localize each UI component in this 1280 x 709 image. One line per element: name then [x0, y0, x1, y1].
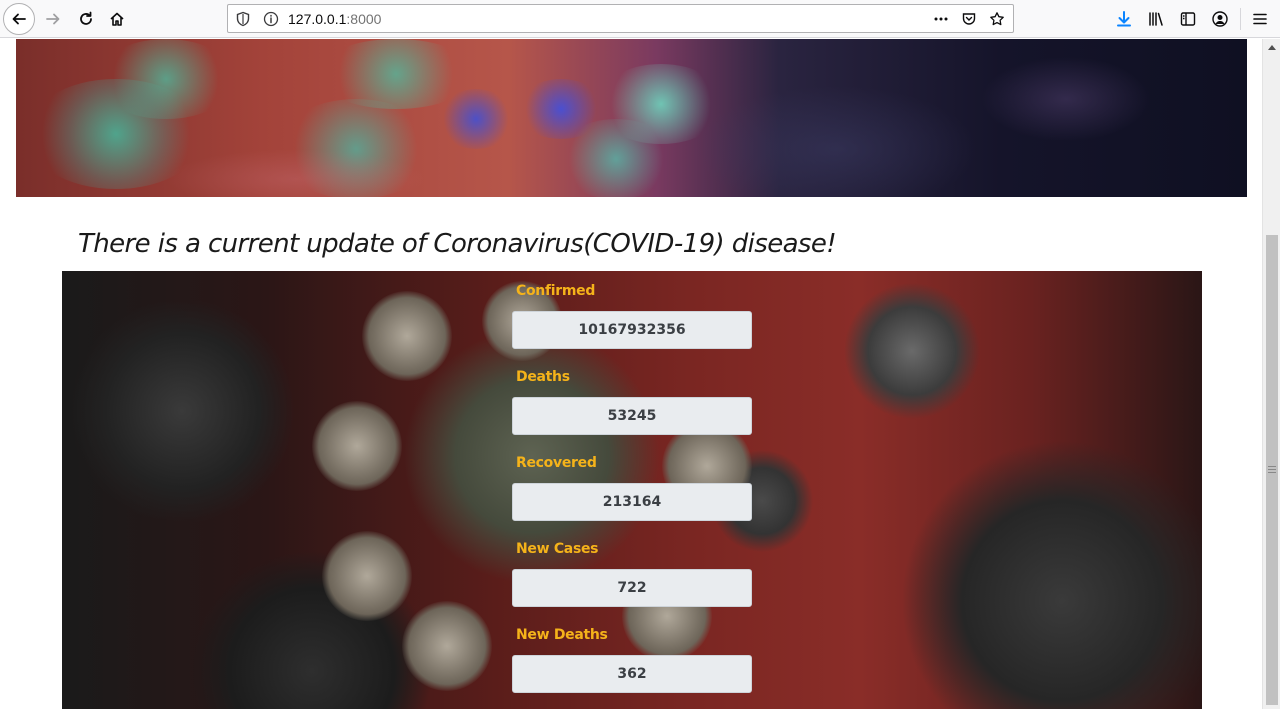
home-icon [110, 12, 124, 26]
arrow-left-icon [12, 13, 26, 25]
coronavirus-banner-image [16, 39, 1247, 197]
new-deaths-label: New Deaths [516, 627, 608, 643]
toolbar-divider [1240, 8, 1241, 30]
url-port: :8000 [346, 11, 382, 27]
confirmed-label: Confirmed [516, 283, 596, 299]
account-icon[interactable] [1211, 10, 1229, 28]
url-bar[interactable]: 127.0.0.1:8000 [227, 4, 1014, 33]
download-icon[interactable] [1115, 10, 1133, 28]
pocket-icon[interactable] [961, 11, 977, 27]
deaths-value: 53245 [512, 397, 752, 435]
banner-protein-cluster [596, 64, 726, 144]
library-icon[interactable] [1147, 10, 1165, 28]
new-deaths-value: 362 [512, 655, 752, 693]
new-cases-value: 722 [512, 569, 752, 607]
scroll-up-arrow[interactable] [1268, 45, 1276, 50]
recovered-value: 213164 [512, 483, 752, 521]
back-button[interactable] [3, 3, 35, 35]
new-cases-label: New Cases [516, 541, 599, 557]
confirmed-value: 10167932356 [512, 311, 752, 349]
scrollbar-grip [1268, 466, 1276, 467]
virus-spike [322, 531, 412, 621]
recovered-label: Recovered [516, 455, 597, 471]
hamburger-menu-icon[interactable] [1251, 10, 1269, 28]
sidebar-icon[interactable] [1179, 10, 1197, 28]
virus-spike [312, 401, 402, 491]
reload-icon [80, 11, 92, 25]
home-button[interactable] [101, 3, 133, 35]
url-text[interactable]: 127.0.0.1:8000 [288, 11, 381, 27]
page-content: There is a current update of Coronavirus… [0, 39, 1262, 709]
arrow-right-icon [46, 13, 60, 25]
forward-button[interactable] [37, 3, 69, 35]
star-icon[interactable] [989, 11, 1005, 27]
deaths-label: Deaths [516, 369, 570, 385]
scrollbar-thumb[interactable] [1266, 235, 1278, 705]
vertical-scrollbar[interactable] [1262, 39, 1280, 709]
browser-toolbar: 127.0.0.1:8000 [0, 0, 1280, 38]
virus-spike [362, 291, 452, 381]
info-icon[interactable] [263, 11, 279, 27]
shield-icon[interactable] [235, 11, 251, 27]
url-host: 127.0.0.1 [288, 11, 347, 27]
more-horizontal-icon[interactable] [933, 11, 949, 27]
banner-protein-cluster [96, 39, 236, 119]
scrollbar-grip [1268, 472, 1276, 473]
reload-button[interactable] [70, 3, 102, 35]
banner-protein-cluster [436, 89, 516, 149]
virus-spike [402, 601, 492, 691]
scrollbar-grip [1268, 469, 1276, 470]
page-headline: There is a current update of Coronavirus… [78, 229, 837, 259]
